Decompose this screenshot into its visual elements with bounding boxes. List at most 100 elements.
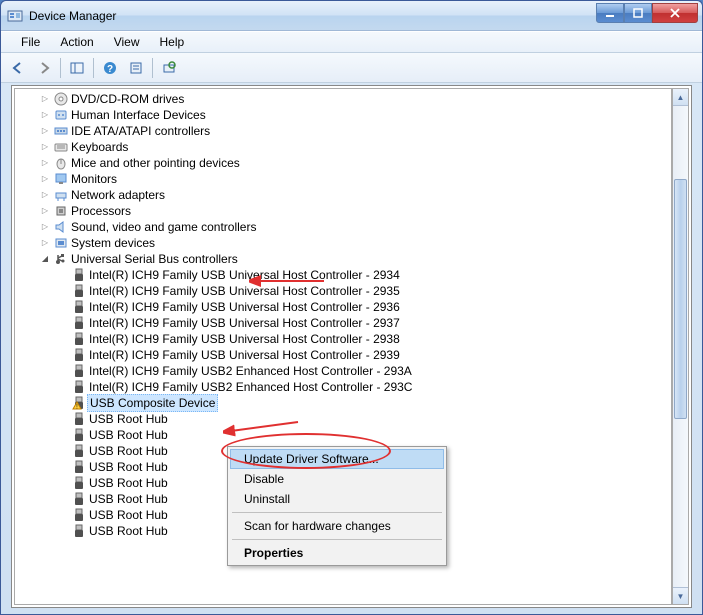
expander-icon[interactable]: [57, 285, 69, 297]
tree-category-2[interactable]: IDE ATA/ATAPI controllers: [17, 123, 669, 139]
scroll-up-arrow[interactable]: ▲: [673, 89, 688, 106]
expander-icon[interactable]: [57, 397, 69, 409]
ctx-properties[interactable]: Properties: [230, 543, 444, 563]
scan-hardware-button[interactable]: [157, 56, 181, 80]
properties-button[interactable]: [124, 56, 148, 80]
tree-node-label: Human Interface Devices: [71, 107, 206, 123]
ctx-separator: [232, 512, 442, 513]
usb-icon: [71, 315, 87, 331]
expander-icon[interactable]: [57, 445, 69, 457]
tree-node-label: Intel(R) ICH9 Family USB Universal Host …: [89, 331, 400, 347]
help-button[interactable]: ?: [98, 56, 122, 80]
context-menu: Update Driver Software... Disable Uninst…: [227, 446, 447, 566]
cpu-icon: [53, 203, 69, 219]
tree-usb-device-10[interactable]: USB Root Hub: [17, 427, 669, 443]
tree-usb-device-4[interactable]: Intel(R) ICH9 Family USB Universal Host …: [17, 331, 669, 347]
expander-icon[interactable]: [57, 493, 69, 505]
menu-view[interactable]: View: [104, 33, 150, 51]
usb-icon: [71, 427, 87, 443]
expander-icon[interactable]: [57, 509, 69, 521]
show-hide-tree-button[interactable]: [65, 56, 89, 80]
tree-category-7[interactable]: Processors: [17, 203, 669, 219]
expander-icon[interactable]: [57, 301, 69, 313]
expander-icon[interactable]: [57, 269, 69, 281]
tree-usb-device-0[interactable]: Intel(R) ICH9 Family USB Universal Host …: [17, 267, 669, 283]
usb-icon: [71, 267, 87, 283]
tree-usb-device-7[interactable]: Intel(R) ICH9 Family USB2 Enhanced Host …: [17, 379, 669, 395]
device-manager-window: Device Manager File Action View Help ? D…: [0, 0, 703, 615]
tree-node-label: Mice and other pointing devices: [71, 155, 240, 171]
ctx-separator: [232, 539, 442, 540]
tree-usb-device-1[interactable]: Intel(R) ICH9 Family USB Universal Host …: [17, 283, 669, 299]
monitor-icon: [53, 171, 69, 187]
ctx-update-driver[interactable]: Update Driver Software...: [230, 449, 444, 469]
expander-icon[interactable]: [57, 413, 69, 425]
tree-category-usb[interactable]: Universal Serial Bus controllers: [17, 251, 669, 267]
tree-category-3[interactable]: Keyboards: [17, 139, 669, 155]
back-button[interactable]: [6, 56, 30, 80]
tree-category-0[interactable]: DVD/CD-ROM drives: [17, 91, 669, 107]
menu-action[interactable]: Action: [50, 33, 103, 51]
system-icon: [53, 235, 69, 251]
vertical-scrollbar[interactable]: ▲ ▼: [672, 88, 689, 605]
expander-icon[interactable]: [39, 109, 51, 121]
tree-usb-device-6[interactable]: Intel(R) ICH9 Family USB2 Enhanced Host …: [17, 363, 669, 379]
tree-category-4[interactable]: Mice and other pointing devices: [17, 155, 669, 171]
ctx-scan[interactable]: Scan for hardware changes: [230, 516, 444, 536]
expander-icon[interactable]: [39, 221, 51, 233]
expander-icon[interactable]: [57, 381, 69, 393]
usb-icon: [71, 379, 87, 395]
tree-usb-device-8[interactable]: !USB Composite Device: [17, 395, 669, 411]
usb-icon: [71, 459, 87, 475]
ide-icon: [53, 123, 69, 139]
expander-icon[interactable]: [57, 365, 69, 377]
tree-category-5[interactable]: Monitors: [17, 171, 669, 187]
expander-icon[interactable]: [39, 125, 51, 137]
expander-icon[interactable]: [57, 477, 69, 489]
usb-icon: [71, 491, 87, 507]
menu-file[interactable]: File: [11, 33, 50, 51]
titlebar: Device Manager: [1, 1, 702, 31]
tree-usb-device-3[interactable]: Intel(R) ICH9 Family USB Universal Host …: [17, 315, 669, 331]
expander-icon[interactable]: [39, 93, 51, 105]
tree-category-1[interactable]: Human Interface Devices: [17, 107, 669, 123]
tree-node-label: USB Root Hub: [89, 427, 168, 443]
expander-icon[interactable]: [57, 317, 69, 329]
scroll-thumb[interactable]: [674, 179, 687, 419]
menu-help[interactable]: Help: [150, 33, 195, 51]
usb-icon: [71, 283, 87, 299]
scroll-down-arrow[interactable]: ▼: [673, 587, 688, 604]
expander-icon[interactable]: [57, 429, 69, 441]
tree-category-9[interactable]: System devices: [17, 235, 669, 251]
expander-icon[interactable]: [57, 525, 69, 537]
tree-category-6[interactable]: Network adapters: [17, 187, 669, 203]
maximize-button[interactable]: [624, 3, 652, 23]
expander-icon[interactable]: [39, 205, 51, 217]
toolbar-separator: [93, 58, 94, 78]
minimize-button[interactable]: [596, 3, 624, 23]
tree-usb-device-5[interactable]: Intel(R) ICH9 Family USB Universal Host …: [17, 347, 669, 363]
tree-node-label: Monitors: [71, 171, 117, 187]
tree-category-8[interactable]: Sound, video and game controllers: [17, 219, 669, 235]
expander-icon[interactable]: [39, 141, 51, 153]
usb-icon: [71, 507, 87, 523]
tree-node-label: DVD/CD-ROM drives: [71, 91, 184, 107]
expander-icon[interactable]: [57, 333, 69, 345]
ctx-uninstall[interactable]: Uninstall: [230, 489, 444, 509]
close-button[interactable]: [652, 3, 698, 23]
expander-icon[interactable]: [39, 253, 51, 265]
tree-node-label: Universal Serial Bus controllers: [71, 251, 238, 267]
tree-node-label: Intel(R) ICH9 Family USB Universal Host …: [89, 315, 400, 331]
expander-icon[interactable]: [39, 189, 51, 201]
forward-button[interactable]: [32, 56, 56, 80]
expander-icon[interactable]: [57, 349, 69, 361]
expander-icon[interactable]: [39, 237, 51, 249]
tree-node-label: Intel(R) ICH9 Family USB2 Enhanced Host …: [89, 379, 412, 395]
expander-icon[interactable]: [57, 461, 69, 473]
expander-icon[interactable]: [39, 157, 51, 169]
tree-node-label: Intel(R) ICH9 Family USB2 Enhanced Host …: [89, 363, 412, 379]
ctx-disable[interactable]: Disable: [230, 469, 444, 489]
tree-usb-device-2[interactable]: Intel(R) ICH9 Family USB Universal Host …: [17, 299, 669, 315]
tree-usb-device-9[interactable]: USB Root Hub: [17, 411, 669, 427]
expander-icon[interactable]: [39, 173, 51, 185]
